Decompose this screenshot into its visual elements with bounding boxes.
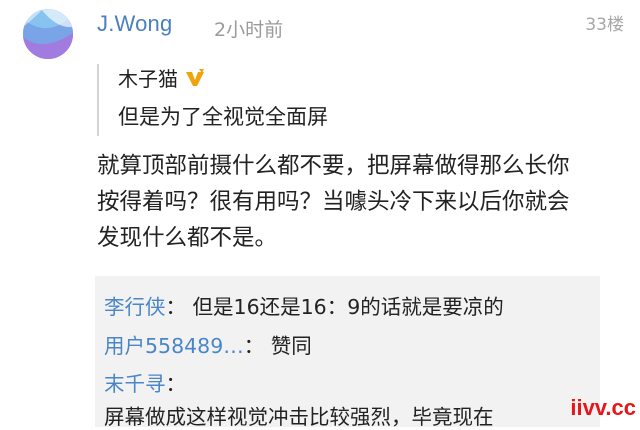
avatar[interactable] <box>23 9 73 59</box>
verified-v-icon <box>186 68 204 86</box>
comment-body-line: 按得着吗？很有用吗？当噱头冷下来以后你就会 <box>97 189 570 215</box>
reply-text: 赞同 <box>270 334 312 358</box>
floor-number: 33楼 <box>585 15 624 35</box>
reply-item[interactable]: 用户558489…： 赞同 <box>104 329 312 359</box>
quote-author-row: 木子猫 <box>118 63 206 92</box>
comment-body-line: 发现什么都不是。 <box>97 225 278 251</box>
quote-author[interactable]: 木子猫 <box>118 63 178 92</box>
reply-item: 屏幕做成这样视觉冲击比较强烈，毕竟现在 <box>104 400 494 430</box>
reply-author[interactable]: 用户558489… <box>104 334 244 358</box>
reply-author[interactable]: 末千寻 <box>104 372 166 396</box>
reply-author[interactable]: 李行侠 <box>104 295 166 319</box>
quote-bar <box>97 64 99 136</box>
reply-separator: ： <box>165 372 187 396</box>
avatar-image <box>23 9 73 59</box>
comment-body-line: 就算顶部前摄什么都不要，把屏幕做得那么长你 <box>97 153 570 179</box>
reply-separator: ： <box>243 334 265 358</box>
username[interactable]: J.Wong <box>97 11 172 37</box>
reply-text: 但是16还是16：9的话就是要凉的 <box>192 295 504 319</box>
reply-text: 屏幕做成这样视觉冲击比较强烈，毕竟现在 <box>104 405 494 429</box>
watermark: iivv.cc <box>570 395 636 420</box>
quote-text: 但是为了全视觉全面屏 <box>118 105 328 129</box>
reply-item[interactable]: 末千寻： <box>104 367 186 397</box>
reply-item[interactable]: 李行侠： 但是16还是16：9的话就是要凉的 <box>104 290 504 320</box>
reply-separator: ： <box>165 295 187 319</box>
comment-body: 就算顶部前摄什么都不要，把屏幕做得那么长你 按得着吗？很有用吗？当噱头冷下来以后… <box>97 148 617 256</box>
post-time: 2小时前 <box>214 19 284 41</box>
